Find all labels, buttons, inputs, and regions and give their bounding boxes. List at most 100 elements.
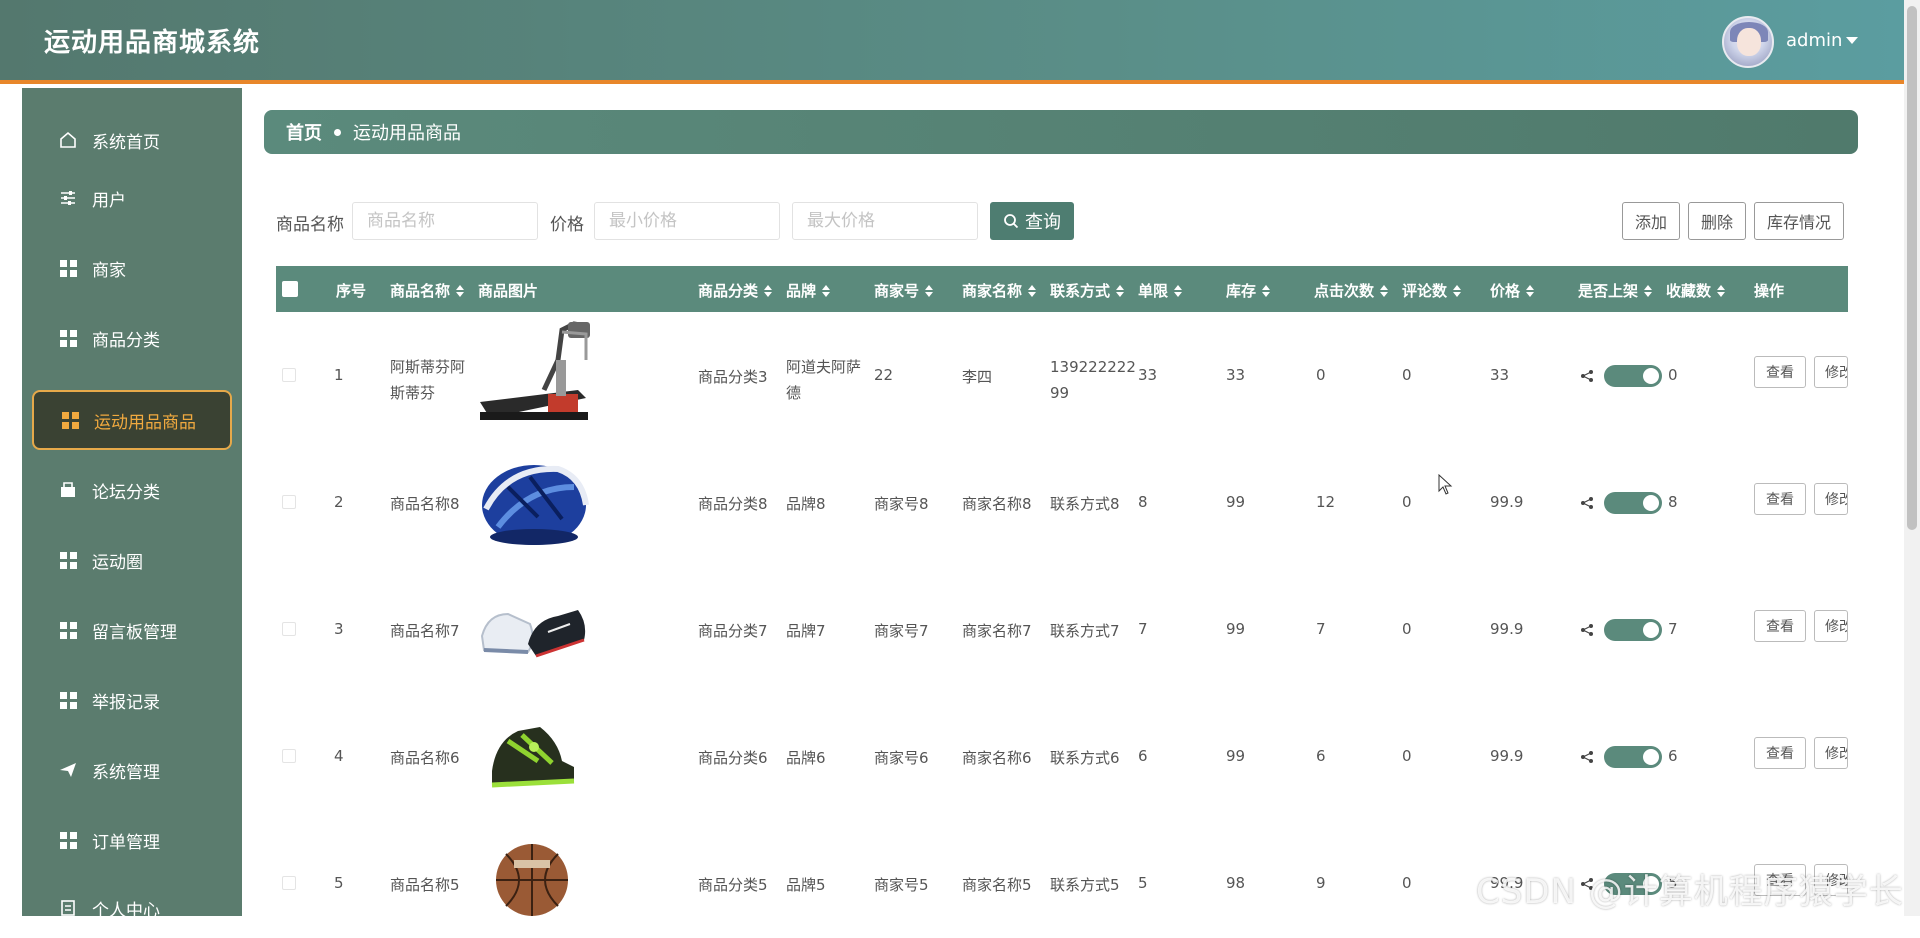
on-shelf-toggle[interactable] bbox=[1604, 365, 1662, 387]
view-button[interactable]: 查看 bbox=[1754, 610, 1806, 642]
share-icon[interactable] bbox=[1580, 496, 1594, 510]
col-category[interactable]: 商品分类 bbox=[698, 280, 773, 301]
cell-index: 1 bbox=[334, 366, 344, 384]
view-button[interactable]: 查看 bbox=[1754, 356, 1806, 388]
edit-button[interactable]: 修改 bbox=[1814, 610, 1848, 642]
on-shelf-toggle[interactable] bbox=[1604, 492, 1662, 514]
sidebar-item-home[interactable]: 系统首页 bbox=[32, 110, 232, 170]
sliders-icon bbox=[58, 188, 78, 208]
sidebar-item-profile[interactable]: 个人中心 bbox=[32, 878, 232, 938]
sort-icon bbox=[1717, 284, 1726, 297]
row-checkbox[interactable] bbox=[282, 876, 296, 890]
delete-button[interactable]: 删除 bbox=[1688, 202, 1746, 240]
col-comments[interactable]: 评论数 bbox=[1402, 280, 1462, 301]
sidebar-item-reports[interactable]: 举报记录 bbox=[32, 670, 232, 730]
sort-icon bbox=[1526, 284, 1535, 297]
cell-stock: 33 bbox=[1226, 366, 1246, 384]
sort-icon bbox=[1116, 284, 1125, 297]
sort-icon bbox=[1453, 284, 1462, 297]
col-price[interactable]: 价格 bbox=[1490, 280, 1535, 301]
cell-contact: 联系方式6 bbox=[1050, 749, 1120, 767]
col-brand[interactable]: 品牌 bbox=[786, 280, 831, 301]
chevron-down-icon[interactable] bbox=[1846, 37, 1858, 44]
col-clicks[interactable]: 点击次数 bbox=[1314, 280, 1389, 301]
sidebar-item-system[interactable]: 系统管理 bbox=[32, 740, 232, 800]
on-shelf-toggle[interactable] bbox=[1604, 619, 1662, 641]
view-button[interactable]: 查看 bbox=[1754, 737, 1806, 769]
row-checkbox[interactable] bbox=[282, 749, 296, 763]
stock-status-button[interactable]: 库存情况 bbox=[1754, 202, 1844, 240]
cell-brand: 品牌5 bbox=[786, 876, 826, 894]
breadcrumb-home[interactable]: 首页 bbox=[286, 119, 322, 145]
cell-category: 商品分类3 bbox=[698, 368, 768, 386]
product-image-sneakers bbox=[480, 610, 586, 658]
col-favorites[interactable]: 收藏数 bbox=[1666, 280, 1726, 301]
row-checkbox[interactable] bbox=[282, 495, 296, 509]
col-merchant-name[interactable]: 商家名称 bbox=[962, 280, 1037, 301]
add-button[interactable]: 添加 bbox=[1622, 202, 1680, 240]
avatar-face bbox=[1737, 28, 1761, 56]
col-stock[interactable]: 库存 bbox=[1226, 280, 1271, 301]
product-image-basketball bbox=[496, 844, 568, 916]
cell-merchant-no: 商家号6 bbox=[874, 749, 929, 767]
cell-brand: 阿道夫阿萨德 bbox=[786, 358, 862, 402]
col-contact[interactable]: 联系方式 bbox=[1050, 280, 1125, 301]
sidebar-item-label: 运动圈 bbox=[92, 552, 143, 573]
sidebar-item-label: 商品分类 bbox=[92, 330, 160, 351]
sidebar-item-label: 用户 bbox=[92, 190, 126, 211]
cell-contact: 联系方式8 bbox=[1050, 495, 1120, 513]
cell-stock: 99 bbox=[1226, 620, 1246, 638]
sidebar-item-message-board[interactable]: 留言板管理 bbox=[32, 600, 232, 660]
col-name[interactable]: 商品名称 bbox=[390, 280, 465, 301]
sidebar-item-label: 商家 bbox=[92, 260, 126, 281]
sidebar-item-merchants[interactable]: 商家 bbox=[32, 238, 232, 298]
edit-button[interactable]: 修改 bbox=[1814, 737, 1848, 769]
cell-clicks: 12 bbox=[1316, 493, 1336, 511]
user-avatar[interactable] bbox=[1722, 16, 1774, 68]
col-merchant-no[interactable]: 商家号 bbox=[874, 280, 934, 301]
cell-contact: 139222222 99 bbox=[1050, 358, 1136, 402]
min-price-input[interactable] bbox=[594, 202, 780, 240]
sidebar-item-label: 运动用品商品 bbox=[94, 412, 196, 433]
grid-icon bbox=[58, 550, 78, 570]
grid-icon bbox=[60, 410, 80, 430]
col-image: 商品图片 bbox=[478, 282, 539, 300]
share-icon[interactable] bbox=[1580, 623, 1594, 637]
sidebar-item-label: 系统首页 bbox=[92, 132, 160, 153]
edit-button[interactable]: 修改 bbox=[1814, 483, 1848, 515]
scrollbar-thumb[interactable] bbox=[1907, 6, 1917, 530]
on-shelf-toggle[interactable] bbox=[1604, 746, 1662, 768]
user-name[interactable]: admin bbox=[1786, 30, 1842, 51]
query-button[interactable]: 查询 bbox=[990, 202, 1074, 240]
breadcrumb-current: 运动用品商品 bbox=[353, 123, 461, 144]
cell-price: 99.9 bbox=[1490, 493, 1524, 511]
search-icon bbox=[1004, 214, 1019, 229]
product-image-helmet bbox=[482, 465, 589, 545]
sidebar-item-users[interactable]: 用户 bbox=[32, 168, 232, 228]
max-price-input[interactable] bbox=[792, 202, 978, 240]
cell-index: 4 bbox=[334, 747, 344, 765]
col-limit[interactable]: 单限 bbox=[1138, 280, 1183, 301]
share-icon[interactable] bbox=[1580, 369, 1594, 383]
share-icon[interactable] bbox=[1580, 750, 1594, 764]
sidebar-item-categories[interactable]: 商品分类 bbox=[32, 308, 232, 368]
table-row: 4 商品名称6 商品分类6 品牌6 商家号6 商家名称6 联系方式6 6 99 … bbox=[276, 693, 1848, 820]
cell-merchant-name: 商家名称7 bbox=[962, 622, 1032, 640]
name-search-input[interactable] bbox=[352, 202, 538, 240]
product-image-treadmill bbox=[480, 321, 590, 420]
col-on-shelf[interactable]: 是否上架 bbox=[1578, 280, 1653, 301]
name-search-label: 商品名称 bbox=[276, 215, 344, 235]
sidebar-item-orders[interactable]: 订单管理 bbox=[32, 810, 232, 870]
row-checkbox[interactable] bbox=[282, 368, 296, 382]
cell-clicks: 6 bbox=[1316, 747, 1326, 765]
row-checkbox[interactable] bbox=[282, 622, 296, 636]
sidebar-item-sports-products[interactable]: 运动用品商品 bbox=[32, 390, 232, 450]
col-index: 序号 bbox=[336, 282, 367, 300]
sidebar-item-forum-categories[interactable]: 论坛分类 bbox=[32, 460, 232, 520]
select-all-checkbox[interactable] bbox=[282, 281, 298, 297]
view-button[interactable]: 查看 bbox=[1754, 483, 1806, 515]
edit-button[interactable]: 修改 bbox=[1814, 356, 1848, 388]
cell-name: 阿斯蒂芬阿 斯蒂芬 bbox=[390, 358, 466, 402]
sort-icon bbox=[1644, 284, 1653, 297]
sidebar-item-sports-circle[interactable]: 运动圈 bbox=[32, 530, 232, 590]
